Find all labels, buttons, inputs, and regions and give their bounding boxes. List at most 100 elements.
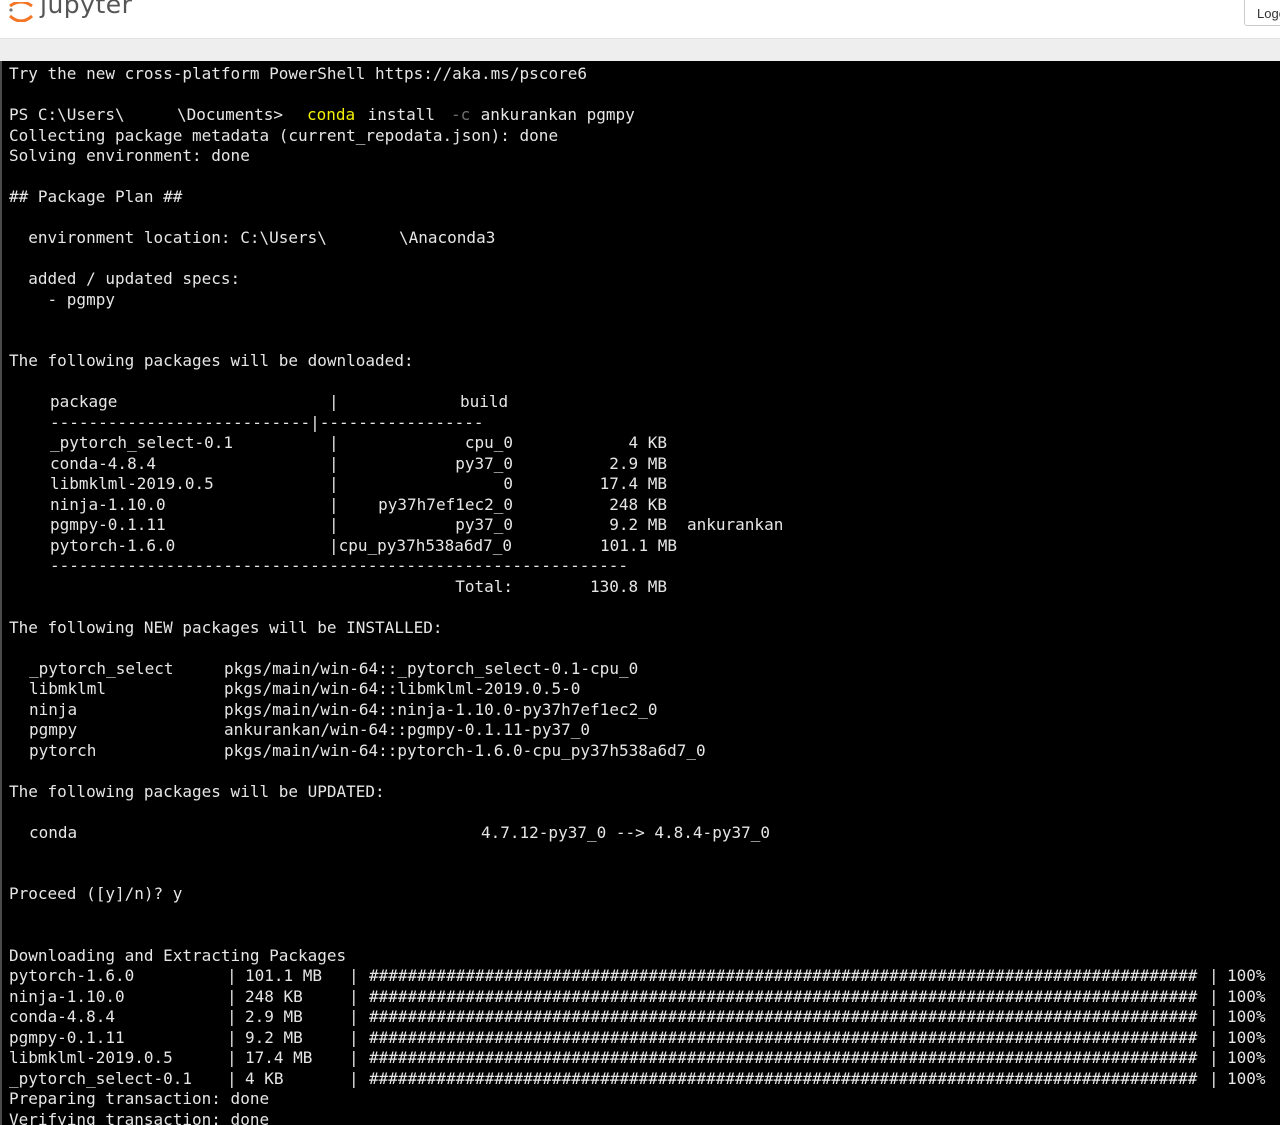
env-location-line: environment location: C:\Users\ \Anacond… [9,228,587,249]
download-name: conda-4.8.4 [9,1007,115,1026]
table-row: libmklml-2019.0.5 | 0 17.4 MB [9,474,667,495]
plan-title: ## Package Plan ## [9,187,183,206]
row-channel: ankurankan [687,515,784,534]
row-package: pytorch-1.6.0 [50,535,176,555]
row-package: pgmpy-0.1.11 [50,515,166,534]
jupyter-header: jupyter Logout [0,0,1280,39]
row-sep: | [329,515,339,534]
table-row: conda-4.8.4 | py37_0 2.9 MB [9,453,667,475]
env-suffix: \Anaconda3 [399,228,496,247]
download-name: ninja-1.10.0 [9,986,125,1006]
row-build: 0 [503,474,513,493]
download-name: libmklml-2019.0.5 [9,1048,173,1067]
specs-item: - pgmpy [9,289,115,309]
list-item: conda 4.7.12-py37_0 --> 4.8.4-py37_0 [9,822,770,844]
download-size: 101.1 MB [245,966,323,985]
updated-spec: 4.7.12-py37_0 --> 4.8.4-py37_0 [481,822,770,842]
table-sep-line: ---------------------------|------------… [50,412,484,432]
row-sep: | [329,494,339,514]
row-package: conda-4.8.4 [50,453,156,473]
table-total-separator: ----------------------------------------… [9,556,628,577]
proceed-prompt: Proceed ([y]/n)? y [9,884,183,903]
table-separator: ---------------------------|------------… [9,413,587,434]
row-size: 2.9 MB [609,453,667,473]
download-row: ninja-1.10.0 | 248 KB | ################… [9,986,1266,1006]
list-item: _pytorch_select pkgs/main/win-64::_pytor… [9,658,638,680]
preparing-text: Preparing transaction: done [9,1089,270,1108]
download-progress-bar: ########################################… [369,1027,1198,1047]
installed-spec: ankurankan/win-64::pgmpy-0.1.11-py37_0 [224,720,591,739]
prompt-prefix: PS C:\Users\ [9,105,125,124]
logout-button[interactable]: Logout [1244,0,1280,26]
total-value: 130.8 MB [589,576,667,596]
download-size: 4 KB [245,1068,284,1088]
row-package: _pytorch_select-0.1 [50,433,234,452]
row-size: 101.1 MB [599,535,677,555]
row-sep: | [329,433,339,452]
download-row: conda-4.8.4 | 2.9 MB | #################… [9,1007,1266,1026]
installed-name: pytorch [29,740,97,760]
table-total: Total: 130.8 MB [9,576,667,598]
download-percent: 100% [1227,1027,1266,1047]
row-package: ninja-1.10.0 [50,494,166,514]
env-prefix: environment location: C:\Users\ [9,228,327,247]
total-label: Total: [455,576,513,596]
installed-title: The following NEW packages will be INSTA… [9,617,443,637]
terminal-output: Try the new cross-platform PowerShell ht… [9,64,1266,1125]
installed-spec: pkgs/main/win-64::_pytorch_select-0.1-cp… [224,658,639,678]
download-progress-bar: ########################################… [369,1068,1198,1088]
table-row: ninja-1.10.0 | py37h7ef1ec2_0 248 KB [9,494,667,516]
installed-name: pgmpy [29,720,78,739]
updated-title: The following packages will be UPDATED: [9,781,385,801]
row-build: cpu_0 [464,433,513,452]
command-flag: -c [451,105,471,124]
installed-spec: pkgs/main/win-64::libmklml-2019.0.5-0 [224,679,581,698]
command-mid: install [358,105,445,124]
jupyter-logo-icon [8,2,34,22]
toolbar-strip [0,39,1280,61]
row-size: 9.2 MB [609,515,667,534]
download-name: pgmpy-0.1.11 [9,1027,125,1047]
command-args: ankurankan pgmpy [471,105,635,124]
download-percent: 100% [1227,986,1266,1006]
download-progress-bar: ########################################… [369,986,1198,1006]
row-size: 17.4 MB [599,474,667,493]
download-size: 2.9 MB [245,1007,303,1026]
command-name: conda [307,105,356,124]
download-size: 17.4 MB [245,1048,313,1067]
list-item: libmklml pkgs/main/win-64::libmklml-2019… [9,679,587,700]
list-item: pgmpy ankurankan/win-64::pgmpy-0.1.11-py… [9,720,591,741]
terminal-window[interactable]: Try the new cross-platform PowerShell ht… [0,61,1280,1125]
download-row: libmklml-2019.0.5 | 17.4 MB | ##########… [9,1048,1266,1067]
download-size: 9.2 MB [245,1027,303,1047]
installed-name: _pytorch_select [29,658,174,678]
downloading-title: Downloading and Extracting Packages [9,945,347,965]
col-package-header: package [50,392,118,411]
total-sep-line: ----------------------------------------… [50,556,628,575]
intro-text: Try the new cross-platform PowerShell ht… [9,64,587,83]
download-size: 248 KB [245,986,303,1006]
row-build: py37h7ef1ec2_0 [378,494,513,514]
download-progress-bar: ########################################… [369,966,1198,985]
verifying-text: Verifying transaction: done [9,1109,270,1125]
download-percent: 100% [1227,1007,1266,1026]
row-sep: | [329,474,339,493]
row-sep: |cpu_py37h538a6d7_0 [329,535,513,555]
download-percent: 100% [1227,1068,1266,1088]
table-row: _pytorch_select-0.1 | cpu_0 4 KB [9,433,667,454]
specs-label: added / updated specs: [9,269,241,288]
download-row: pytorch-1.6.0 | 101.1 MB | #############… [9,966,1266,985]
row-size: 4 KB [628,433,667,452]
terminal-line: Try the new cross-platform PowerShell ht… [9,64,587,85]
list-item: pytorch pkgs/main/win-64::pytorch-1.6.0-… [9,740,706,762]
row-build: py37_0 [455,515,513,534]
download-name: pytorch-1.6.0 [9,966,135,985]
download-row: pgmpy-0.1.11 | 9.2 MB | ################… [9,1027,1266,1047]
row-build: py37_0 [455,453,513,473]
table-row: pgmpy-0.1.11 | py37_0 9.2 MB ankurankan [9,515,783,536]
download-row: _pytorch_select-0.1 | 4 KB | ###########… [9,1068,1266,1088]
download-name: _pytorch_select-0.1 [9,1068,193,1088]
col-separator: | [329,392,339,411]
updated-name: conda [29,822,78,842]
collecting-text: Collecting package metadata (current_rep… [9,125,559,145]
